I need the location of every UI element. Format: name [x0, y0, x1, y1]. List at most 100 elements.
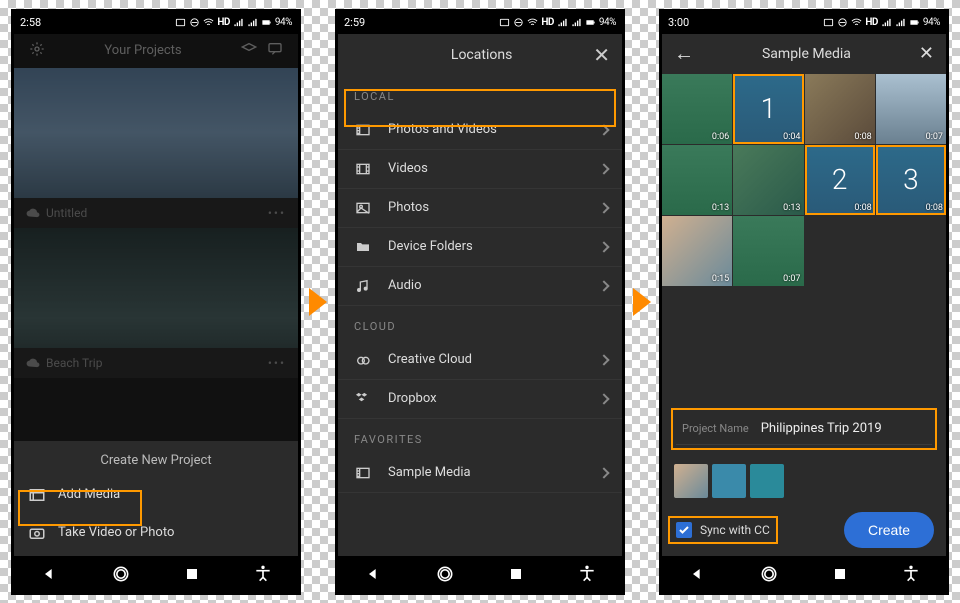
row-videos[interactable]: Videos [338, 150, 622, 189]
media-thumb[interactable]: 0:13 [733, 145, 803, 215]
row-label: Sample Media [388, 465, 584, 480]
project-name-value: Philippines Trip 2019 [761, 421, 882, 436]
row-photos[interactable]: Photos [338, 189, 622, 228]
project-name-field[interactable]: Project Name Philippines Trip 2019 [676, 413, 932, 445]
filmstrip-icon [354, 465, 372, 481]
folder-icon [354, 239, 372, 255]
wifi-icon [203, 17, 214, 28]
chevron-right-icon [598, 241, 609, 252]
phone-projects: 2:58 HD 94% Your Projects [11, 9, 301, 595]
section-favorites: FAVORITES [338, 419, 622, 454]
settings-icon[interactable] [28, 41, 46, 61]
feedback-icon[interactable] [266, 41, 284, 61]
highlight-project-name: Project Name Philippines Trip 2019 [671, 408, 937, 450]
take-video-row[interactable]: Take Video or Photo [14, 514, 298, 552]
image-icon [354, 200, 372, 216]
project-name-label: Project Name [682, 422, 749, 435]
row-creative-cloud[interactable]: Creative Cloud [338, 341, 622, 380]
project-name-1: Untitled [46, 206, 87, 220]
media-icon [28, 486, 46, 504]
close-icon[interactable]: ✕ [593, 43, 610, 67]
arrow-1 [309, 288, 327, 316]
highlight-sync: Sync with CC [668, 516, 778, 544]
nav-back[interactable] [688, 564, 708, 584]
nav-back[interactable] [364, 564, 384, 584]
create-sheet: Create New Project Add Media Take Video … [14, 441, 298, 556]
row-label: Device Folders [388, 239, 584, 254]
project-card-1[interactable]: Untitled ••• [14, 68, 298, 228]
status-bar: 2:59 HD 94% [338, 12, 622, 34]
nav-accessibility[interactable] [577, 564, 597, 584]
media-thumb[interactable]: 0:08 [805, 74, 875, 144]
nav-recent[interactable] [830, 564, 850, 584]
row-label: Audio [388, 278, 584, 293]
music-icon [354, 278, 372, 294]
graduation-icon[interactable] [240, 41, 258, 61]
video-icon [354, 161, 372, 177]
chevron-right-icon [598, 354, 609, 365]
android-nav [662, 556, 946, 592]
creative-cloud-icon [354, 352, 372, 368]
media-thumb[interactable]: 0:07 [876, 74, 946, 144]
close-icon[interactable]: ✕ [919, 43, 934, 64]
take-video-label: Take Video or Photo [58, 525, 174, 540]
status-time: 2:58 [20, 16, 41, 29]
media-thumb[interactable]: 0:06 [662, 74, 732, 144]
picture-icon [175, 17, 186, 28]
media-thumb[interactable]: 0:07 [733, 216, 803, 286]
section-cloud: CLOUD [338, 306, 622, 341]
media-thumb[interactable]: 30:08 [876, 145, 946, 215]
add-media-label: Add Media [58, 487, 120, 502]
status-right: HD 94% [823, 17, 940, 28]
chevron-right-icon [598, 163, 609, 174]
status-right: HD 94% [499, 17, 616, 28]
project-more-2[interactable]: ••• [268, 356, 286, 370]
nav-home[interactable] [435, 564, 455, 584]
project-name-2: Beach Trip [46, 356, 102, 370]
add-media-row[interactable]: Add Media [14, 476, 298, 514]
nav-home[interactable] [111, 564, 131, 584]
status-time: 2:59 [344, 16, 365, 29]
signal2-icon [247, 17, 258, 28]
row-dropbox[interactable]: Dropbox [338, 380, 622, 419]
mini-thumb [750, 464, 784, 498]
nav-accessibility[interactable] [253, 564, 273, 584]
sync-label: Sync with CC [700, 523, 770, 537]
sheet-title: Create New Project [14, 441, 298, 476]
dropbox-icon [354, 391, 372, 407]
nav-home[interactable] [759, 564, 779, 584]
media-thumb[interactable]: 0:13 [662, 145, 732, 215]
status-bar: 3:00 HD 94% [662, 12, 946, 34]
row-label: Dropbox [388, 391, 584, 406]
nav-recent[interactable] [506, 564, 526, 584]
page-title: Locations [451, 47, 512, 63]
media-thumb[interactable]: 0:15 [662, 216, 732, 286]
nav-accessibility[interactable] [901, 564, 921, 584]
sync-icon [189, 17, 200, 28]
sync-checkbox[interactable] [676, 522, 692, 538]
phone-sample-media: 3:00 HD 94% ← Sample Media ✕ 0:06 10:04 … [659, 9, 949, 595]
row-device-folders[interactable]: Device Folders [338, 228, 622, 267]
page-title: Your Projects [46, 43, 240, 58]
android-nav [338, 556, 622, 592]
create-button[interactable]: Create [844, 512, 934, 548]
android-nav [14, 556, 298, 592]
project-card-2[interactable]: Beach Trip ••• [14, 228, 298, 378]
back-icon[interactable]: ← [674, 41, 694, 66]
status-time: 3:00 [668, 16, 689, 29]
row-audio[interactable]: Audio [338, 267, 622, 306]
row-label: Videos [388, 161, 584, 176]
sync-row[interactable]: Sync with CC [676, 522, 770, 538]
media-thumb[interactable]: 10:04 [733, 74, 803, 144]
nav-recent[interactable] [182, 564, 202, 584]
mini-thumb [674, 464, 708, 498]
selected-thumbs [674, 460, 934, 502]
project-more-1[interactable]: ••• [268, 206, 286, 220]
chevron-right-icon [598, 393, 609, 404]
media-thumb[interactable]: 20:08 [805, 145, 875, 215]
row-sample-media[interactable]: Sample Media [338, 454, 622, 493]
nav-back[interactable] [40, 564, 60, 584]
media-grid: 0:06 10:04 0:08 0:07 0:13 0:13 20:08 30:… [662, 74, 946, 287]
chevron-right-icon [598, 280, 609, 291]
row-label: Photos [388, 200, 584, 215]
